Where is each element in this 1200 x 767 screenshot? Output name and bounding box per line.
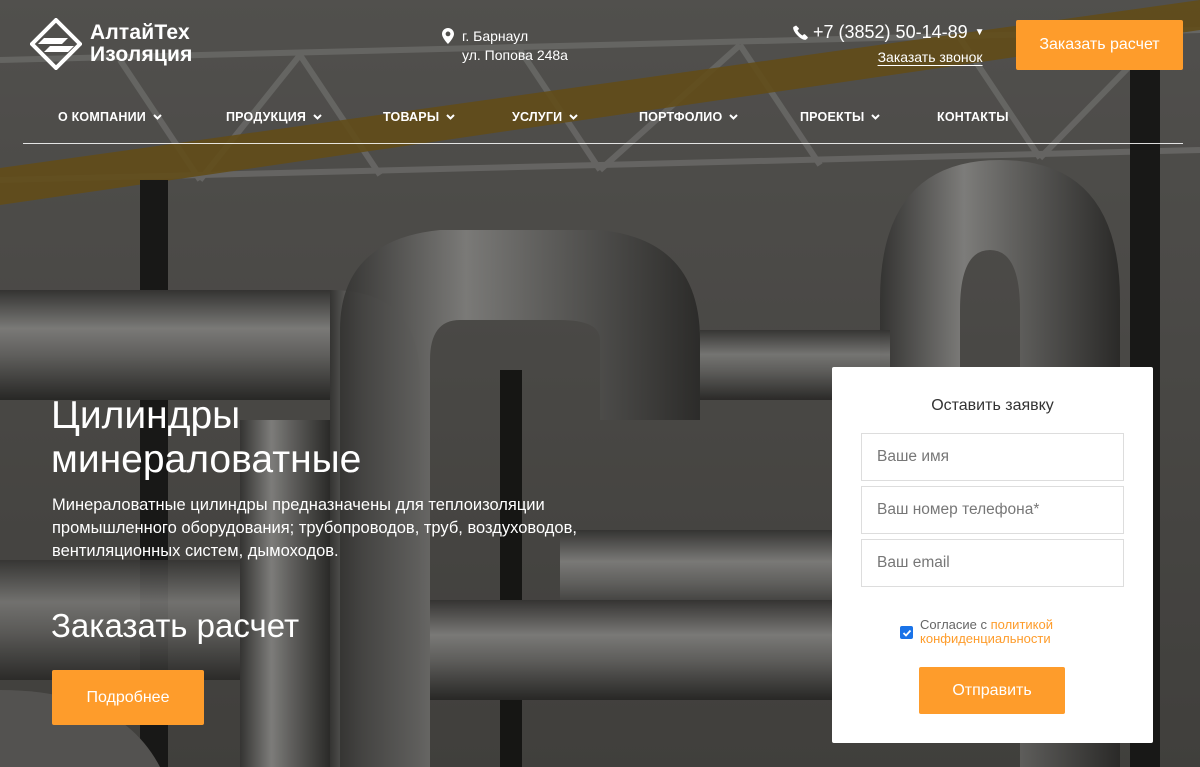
consent-row: Согласие с политикой конфиденциальности	[900, 618, 1053, 646]
chevron-down-icon	[569, 114, 579, 120]
logo-mark-icon	[30, 18, 82, 70]
nav-item-projects[interactable]: ПРОЕКТЫ	[800, 110, 881, 124]
address-street: ул. Попова 248а	[462, 47, 568, 63]
callback-link[interactable]: Заказать звонок	[878, 49, 983, 65]
email-input[interactable]	[861, 539, 1124, 587]
address-city: г. Барнаул	[462, 28, 529, 44]
nav-item-label: О КОМПАНИИ	[58, 110, 146, 124]
chevron-down-icon	[313, 114, 322, 120]
chevron-down-icon	[153, 114, 162, 120]
nav-item-label: ТОВАРЫ	[383, 110, 440, 124]
site-header: АлтайТех Изоляция г. Барнаул ул. Попова …	[0, 0, 1200, 145]
nav-item-contacts[interactable]: КОНТАКТЫ	[937, 110, 1009, 124]
logo[interactable]: АлтайТех Изоляция	[30, 18, 193, 70]
chevron-down-icon	[871, 114, 881, 120]
phone-icon	[793, 25, 808, 40]
nav-item-portfolio[interactable]: ПОРТФОЛИО	[639, 110, 739, 124]
check-icon	[902, 629, 911, 637]
logo-text: АлтайТех Изоляция	[90, 22, 193, 66]
logo-line-2: Изоляция	[90, 43, 193, 66]
phone-block: +7 (3852) 50-14-89 ▼ Заказать звонок	[793, 22, 985, 67]
header-order-calculation-button[interactable]: Заказать расчет	[1016, 20, 1183, 70]
map-pin-icon	[442, 28, 454, 44]
nav-item-label: ПРОДУКЦИЯ	[226, 110, 307, 124]
consent-text: Согласие с политикой конфиденциальности	[920, 618, 1053, 646]
submit-button[interactable]: Отправить	[919, 667, 1065, 714]
chevron-down-icon	[729, 114, 739, 120]
hero-more-button[interactable]: Подробнее	[52, 670, 204, 725]
form-title: Оставить заявку	[931, 397, 1054, 414]
nav-item-label: ПРОЕКТЫ	[800, 110, 865, 124]
address: г. Барнаул ул. Попова 248а	[442, 27, 568, 65]
privacy-policy-link-1[interactable]: политикой	[991, 617, 1053, 632]
hero-description: Минераловатные цилиндры предназначены дл…	[52, 496, 577, 560]
phone-number-row[interactable]: +7 (3852) 50-14-89 ▼	[793, 22, 985, 43]
hero-title-line-2: минераловатные	[51, 438, 362, 481]
consent-checkbox[interactable]	[900, 626, 913, 639]
nav-item-label: КОНТАКТЫ	[937, 110, 1009, 124]
nav-item-about[interactable]: О КОМПАНИИ	[58, 110, 162, 124]
chevron-down-icon	[446, 114, 455, 120]
phone-number[interactable]: +7 (3852) 50-14-89	[813, 22, 968, 43]
phone-input[interactable]	[861, 486, 1124, 534]
nav-item-goods[interactable]: ТОВАРЫ	[383, 110, 455, 124]
hero-title: Цилиндры минераловатные	[51, 394, 361, 482]
hero-subtitle: Заказать расчет	[51, 607, 300, 644]
nav-item-services[interactable]: УСЛУГИ	[512, 110, 579, 124]
logo-line-1: АлтайТех	[90, 21, 190, 44]
nav-item-label: ПОРТФОЛИО	[639, 110, 723, 124]
name-input[interactable]	[861, 433, 1124, 481]
request-form: Оставить заявку Согласие с политикой кон…	[832, 367, 1153, 743]
privacy-policy-link-2[interactable]: конфиденциальности	[920, 631, 1051, 646]
hero-title-line-1: Цилиндры	[51, 394, 241, 437]
main-nav: О КОМПАНИИ ПРОДУКЦИЯ ТОВАРЫ УСЛУГИ ПОРТФ…	[23, 96, 1183, 144]
phone-dropdown-caret-icon[interactable]: ▼	[975, 27, 985, 38]
nav-item-label: УСЛУГИ	[512, 110, 563, 124]
consent-prefix: Согласие с	[920, 617, 991, 632]
nav-item-production[interactable]: ПРОДУКЦИЯ	[226, 110, 322, 124]
